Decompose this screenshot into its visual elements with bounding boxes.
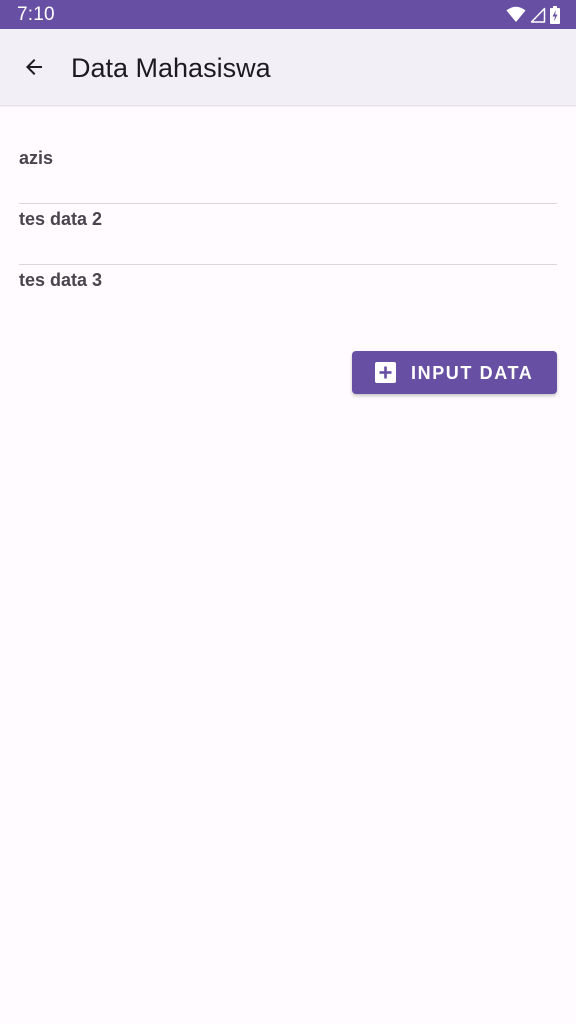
student-name: azis xyxy=(19,148,54,168)
battery-icon xyxy=(550,6,560,24)
add-box-icon xyxy=(375,362,396,383)
student-name: tes data 2 xyxy=(19,209,103,229)
wifi-icon xyxy=(506,6,526,24)
back-button[interactable] xyxy=(14,47,54,87)
status-icons xyxy=(506,5,560,25)
arrow-back-icon xyxy=(22,55,46,79)
status-time: 7:10 xyxy=(17,4,55,25)
input-data-label: INPUT DATA xyxy=(411,362,534,383)
student-list: azis tes data 2 tes data 3 xyxy=(19,143,557,326)
signal-icon xyxy=(530,6,546,24)
list-item[interactable]: azis xyxy=(19,143,557,204)
list-item[interactable]: tes data 2 xyxy=(19,204,557,265)
list-item[interactable]: tes data 3 xyxy=(19,265,557,326)
input-data-button[interactable]: INPUT DATA xyxy=(352,351,557,394)
student-name: tes data 3 xyxy=(19,270,103,290)
app-bar: Data Mahasiswa xyxy=(0,29,576,106)
status-bar: 7:10 xyxy=(0,0,576,29)
page-title: Data Mahasiswa xyxy=(71,53,271,83)
